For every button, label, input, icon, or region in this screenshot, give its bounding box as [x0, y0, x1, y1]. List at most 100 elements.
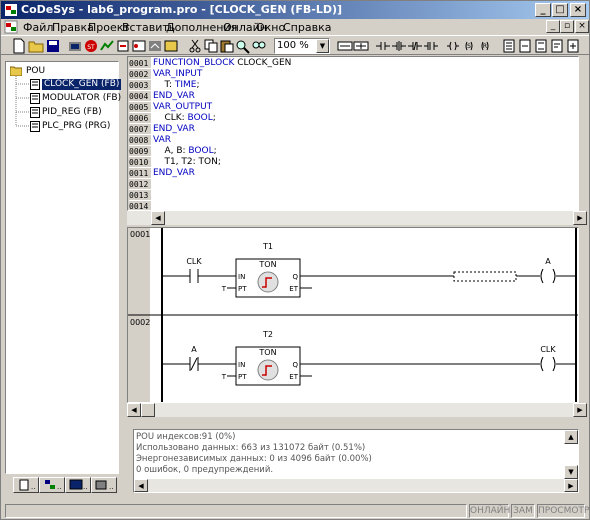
title-bar: CoDeSys - lab6_program.pro - [CLOCK_GEN … [1, 1, 589, 19]
step-icon[interactable] [115, 38, 131, 54]
code-line: T: TIME; [153, 80, 200, 90]
coil-left-arc [540, 268, 544, 284]
code-line: A, B: BOOL; [153, 146, 217, 156]
scroll-left-button[interactable]: ◀ [127, 403, 141, 417]
declaration-hscrollbar[interactable]: ◀ ▶ [127, 211, 587, 225]
coil-right-arc [552, 268, 556, 284]
coil-right-arc [552, 356, 556, 372]
message-window: POU индексов:91 (0%) Использовано данных… [133, 429, 579, 493]
code-line: T1, T2: TON; [153, 157, 221, 167]
ladder-hscrollbar[interactable]: ◀ ▶ [127, 403, 587, 417]
contact-icon[interactable] [375, 38, 391, 54]
data-types-tab-icon: .. [45, 480, 61, 491]
scroll-up-button[interactable]: ▲ [564, 430, 578, 444]
box-icon[interactable] [423, 38, 439, 54]
stop-icon[interactable]: ST [83, 38, 99, 54]
mdi-close-button[interactable]: × [575, 20, 589, 33]
set-coil-icon[interactable]: S [461, 38, 477, 54]
menu-file[interactable]: Файл [23, 21, 53, 34]
ld-network-before-icon[interactable] [337, 38, 353, 54]
tab-resources[interactable]: .. [91, 477, 117, 493]
menu-window[interactable]: Окно [256, 21, 285, 34]
line-number: 0002 [129, 69, 151, 80]
paste-icon[interactable] [219, 38, 235, 54]
breakpoint-icon[interactable] [131, 38, 147, 54]
find-next-icon[interactable] [251, 38, 267, 54]
message-line: POU индексов:91 (0%) [136, 432, 236, 442]
scroll-left-button[interactable]: ◀ [134, 479, 148, 492]
timer-instance-name: T1 [262, 242, 273, 251]
ladder-editor[interactable]: 0001 CLK T1 TON IN PT Q ET T A 0002 A T2 TON IN PT Q ET T… [127, 227, 579, 403]
parallel-contact-icon[interactable] [391, 38, 407, 54]
message-hscrollbar[interactable]: ◀ ▶ [134, 479, 578, 492]
tree-item-plc-prg[interactable]: PLC_PRG (PRG) [42, 121, 110, 132]
open-folder-icon[interactable] [28, 38, 44, 54]
tab-visualizations[interactable]: .. [65, 477, 91, 493]
timer-output-et: ET [289, 373, 298, 381]
mdi-minimize-button[interactable]: _ [546, 20, 560, 33]
return-icon[interactable] [533, 38, 549, 54]
reset-coil-icon[interactable]: R [477, 38, 493, 54]
placeholder-box [453, 271, 517, 282]
scroll-left-button[interactable]: ◀ [151, 211, 165, 225]
declaration-editor[interactable]: 0001 0002 0003 0004 0005 0006 0007 0008 0009 0010… [127, 56, 579, 211]
minimize-button[interactable]: _ [535, 3, 551, 17]
menu-help[interactable]: Справка [283, 21, 331, 34]
scroll-right-button[interactable]: ▶ [564, 479, 578, 492]
mdi-restore-button[interactable]: ▫ [560, 20, 574, 33]
scroll-thumb[interactable] [141, 403, 155, 417]
tree-connector-lines [15, 76, 30, 127]
code-line: VAR [153, 135, 171, 145]
message-line: Энергонезависимых данных: 0 из 4096 байт… [136, 454, 372, 464]
label-icon[interactable] [565, 38, 581, 54]
coil-icon[interactable] [445, 38, 461, 54]
timer-type: TON [258, 348, 276, 357]
status-panel-main [5, 504, 467, 518]
network-0002[interactable]: 0002 A T2 TON IN PT Q ET T CLK [130, 318, 576, 386]
jump-icon[interactable] [517, 38, 533, 54]
timer-output-q: Q [292, 273, 298, 281]
chevron-down-icon[interactable]: ▼ [316, 39, 329, 53]
tree-item-clock-gen[interactable]: CLOCK_GEN (FB) [42, 79, 122, 90]
svg-text:..: .. [83, 483, 87, 491]
window-title: CoDeSys - lab6_program.pro - [CLOCK_GEN … [21, 3, 343, 16]
new-file-icon[interactable] [11, 38, 27, 54]
timer-instance-name: T2 [262, 330, 273, 339]
menu-bar: Файл Правка Проект Вставить Дополнения О… [1, 19, 589, 35]
pou-fb-icon [30, 79, 40, 90]
ld-network-after-icon[interactable] [353, 38, 369, 54]
pou-fb-icon [30, 107, 40, 118]
code-line: VAR_INPUT [153, 69, 203, 79]
line-number: 0007 [129, 124, 151, 135]
network-0001[interactable]: 0001 CLK T1 TON IN PT Q ET T A [130, 230, 576, 298]
write-values-icon[interactable] [147, 38, 163, 54]
main-window: CoDeSys - lab6_program.pro - [CLOCK_GEN … [0, 0, 590, 520]
maximize-button[interactable]: □ [552, 3, 568, 17]
find-icon[interactable] [235, 38, 251, 54]
close-button[interactable]: × [570, 3, 586, 17]
force-values-icon[interactable] [163, 38, 179, 54]
tab-data-types[interactable]: .. [39, 477, 65, 493]
timer-input-in: IN [238, 273, 245, 281]
run-icon[interactable] [99, 38, 115, 54]
zoom-select[interactable]: 100 % ▼ [274, 38, 330, 54]
tree-item-pid-reg[interactable]: PID_REG (FB) [42, 107, 102, 118]
code-line: CLK: BOOL; [153, 113, 216, 123]
tab-pous[interactable]: .. [13, 477, 39, 493]
comment-icon[interactable] [549, 38, 565, 54]
function-block-icon[interactable] [501, 38, 517, 54]
line-number: 0003 [129, 80, 151, 91]
cut-icon[interactable] [187, 38, 203, 54]
negated-contact-icon[interactable] [407, 38, 423, 54]
tree-item-modulator[interactable]: MODULATOR (FB) [42, 93, 121, 104]
scroll-right-button[interactable]: ▶ [573, 211, 587, 225]
coil-left-arc [540, 356, 544, 372]
line-number: 0012 [129, 179, 151, 190]
timer-clock-icon [257, 359, 279, 381]
scroll-right-button[interactable]: ▶ [573, 403, 587, 417]
scroll-down-button[interactable]: ▼ [564, 465, 578, 479]
login-icon[interactable] [67, 38, 83, 54]
save-icon[interactable] [45, 38, 61, 54]
copy-icon[interactable] [203, 38, 219, 54]
network-number: 0002 [130, 318, 150, 327]
